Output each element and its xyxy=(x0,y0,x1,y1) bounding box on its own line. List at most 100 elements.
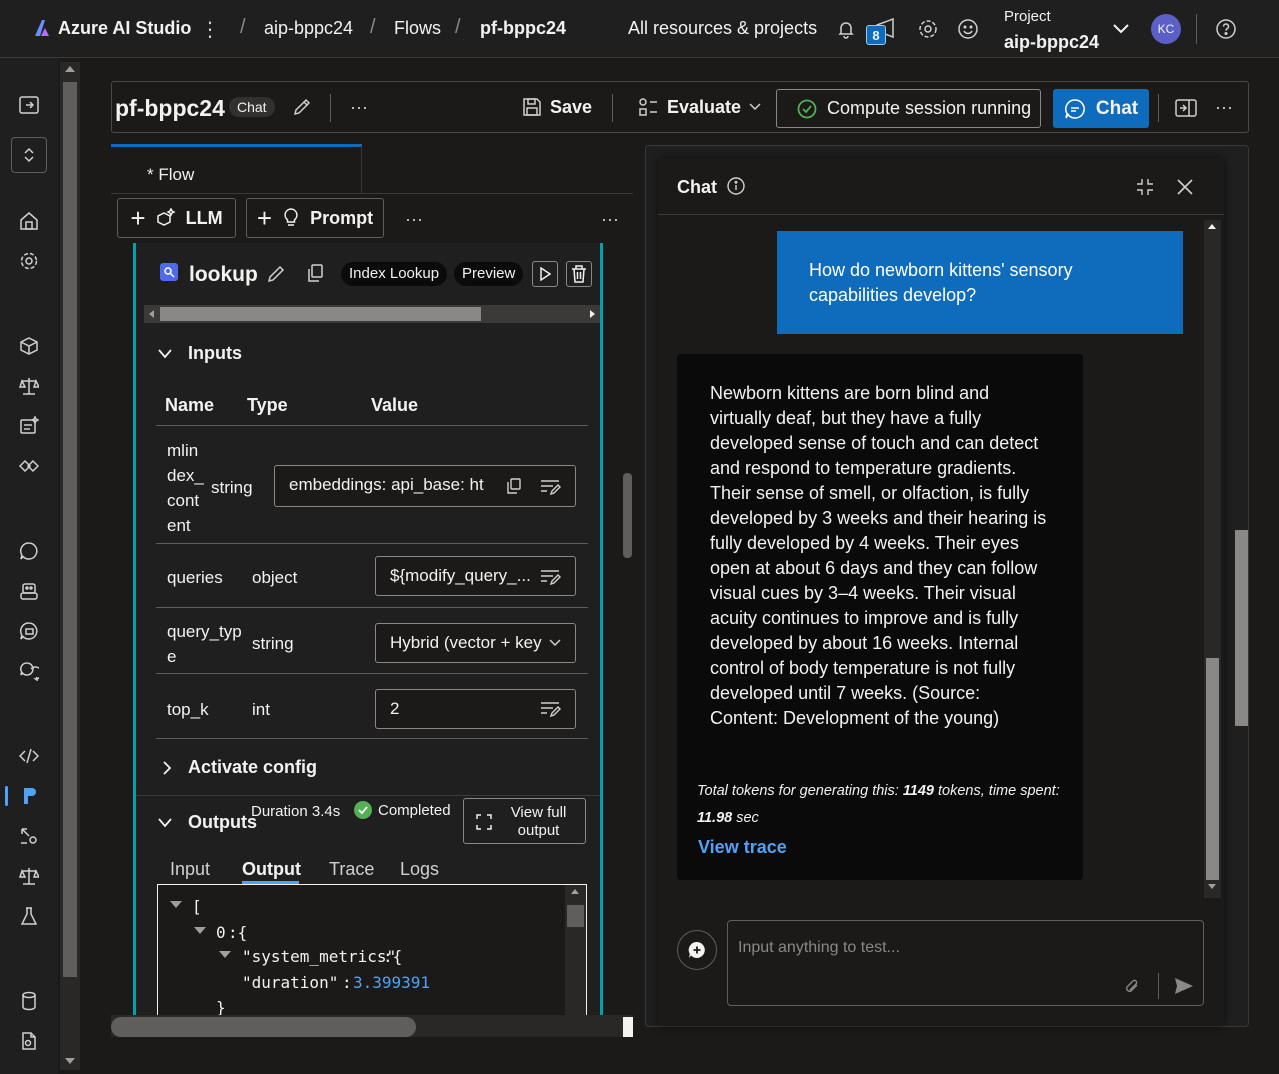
tab-trace[interactable]: Trace xyxy=(329,859,374,880)
inputs-section-toggle[interactable]: Inputs xyxy=(158,343,242,364)
edit-text-icon[interactable] xyxy=(538,567,562,587)
add-llm-button[interactable]: + LLM xyxy=(117,198,236,238)
scroll-down-icon[interactable] xyxy=(65,1058,75,1064)
breadcrumb-flows[interactable]: Flows xyxy=(394,18,441,39)
page-title: pf-bppc24 xyxy=(115,95,225,121)
tab-flow[interactable]: * Flow xyxy=(111,144,362,193)
scroll-thumb[interactable] xyxy=(1206,658,1219,880)
assistant-message-text: Newborn kittens are born blind and virtu… xyxy=(710,383,1047,728)
scroll-thumb[interactable] xyxy=(160,307,481,321)
project-name[interactable]: aip-bppc24 xyxy=(1004,32,1099,53)
new-chat-button[interactable] xyxy=(677,930,717,970)
more-options-icon[interactable]: ··· xyxy=(347,95,371,119)
more-tools-icon[interactable]: ··· xyxy=(401,207,427,231)
ai-services-icon[interactable] xyxy=(16,453,42,479)
scroll-thumb[interactable] xyxy=(63,82,77,977)
copy-icon[interactable] xyxy=(306,263,326,283)
activate-config-toggle[interactable]: Activate config xyxy=(162,757,317,778)
benchmarks-icon[interactable] xyxy=(16,373,42,399)
chat-scrollbar[interactable] xyxy=(1204,220,1221,898)
send-icon[interactable] xyxy=(1172,975,1196,997)
scroll-up-icon[interactable] xyxy=(571,889,579,894)
code-scrollbar[interactable] xyxy=(565,885,586,1033)
attachment-icon[interactable] xyxy=(1122,975,1142,997)
delete-node-button[interactable] xyxy=(566,261,592,287)
breadcrumb-project[interactable]: aip-bppc24 xyxy=(264,18,353,39)
canvas-scrollbar[interactable] xyxy=(622,243,633,1015)
chat-flow-badge: Chat xyxy=(229,97,275,117)
query-type-dropdown[interactable]: Hybrid (vector + key xyxy=(375,623,576,663)
home-icon[interactable] xyxy=(16,208,42,234)
add-prompt-button[interactable]: + Prompt xyxy=(246,198,384,238)
run-node-button[interactable] xyxy=(532,261,558,287)
info-icon[interactable] xyxy=(726,176,746,196)
scroll-thumb[interactable] xyxy=(111,1017,416,1037)
gear-icon[interactable] xyxy=(916,17,940,41)
code-punct: :{ xyxy=(228,923,248,942)
copy-icon[interactable] xyxy=(506,477,522,495)
left-scrollbar[interactable] xyxy=(60,62,80,1070)
node-horizontal-scrollbar[interactable] xyxy=(144,305,600,323)
output-code-viewer[interactable]: [ 0 :{ "system_metrics" :{ "duration" : … xyxy=(157,884,587,1033)
playground-chat-icon[interactable] xyxy=(16,538,42,564)
more-options-icon[interactable]: ··· xyxy=(597,207,623,231)
assistants-icon[interactable] xyxy=(16,578,42,604)
smiley-icon[interactable] xyxy=(956,17,980,41)
completions-icon[interactable] xyxy=(16,658,42,684)
tab-output[interactable]: Output xyxy=(242,859,301,880)
chevron-down-icon[interactable] xyxy=(1110,18,1132,40)
prompt-flow-icon[interactable] xyxy=(16,783,42,809)
code-icon[interactable] xyxy=(16,743,42,769)
chat-button[interactable]: Chat xyxy=(1053,89,1149,128)
prompt-catalog-icon[interactable] xyxy=(16,413,42,439)
tracing-icon[interactable] xyxy=(16,823,42,849)
all-resources-link[interactable]: All resources & projects xyxy=(628,18,817,39)
scroll-up-icon[interactable] xyxy=(65,66,75,72)
view-full-output-button[interactable]: View full output xyxy=(463,798,586,844)
scroll-up-icon[interactable] xyxy=(1208,224,1216,229)
outputs-section-toggle[interactable]: Outputs xyxy=(158,812,257,833)
images-icon[interactable] xyxy=(16,618,42,644)
settings-icon[interactable] xyxy=(16,248,42,274)
compute-session-button[interactable]: Compute session running xyxy=(776,89,1041,128)
save-button[interactable]: Save xyxy=(522,82,592,132)
scroll-thumb[interactable] xyxy=(1235,530,1248,726)
model-catalog-icon[interactable] xyxy=(16,333,42,359)
collapse-nav-button[interactable] xyxy=(11,137,47,173)
scroll-left-icon[interactable] xyxy=(149,310,154,318)
more-icon[interactable]: ⋮ xyxy=(200,18,220,41)
edit-text-icon[interactable] xyxy=(538,477,562,497)
breadcrumb-flow[interactable]: pf-bppc24 xyxy=(480,18,566,39)
help-icon[interactable] xyxy=(1214,17,1238,41)
evaluate-button[interactable]: Evaluate xyxy=(637,82,761,132)
close-icon[interactable] xyxy=(1174,176,1196,198)
scroll-down-icon[interactable] xyxy=(1208,884,1216,889)
view-trace-link[interactable]: View trace xyxy=(698,837,787,858)
edit-name-icon[interactable] xyxy=(290,95,314,119)
bell-icon[interactable] xyxy=(835,18,857,40)
scroll-right-icon[interactable] xyxy=(590,310,595,318)
chevron-down-icon[interactable] xyxy=(548,637,562,649)
canvas-horizontal-scrollbar[interactable] xyxy=(111,1015,633,1037)
tab-input[interactable]: Input xyxy=(170,859,210,880)
brand-name[interactable]: Azure AI Studio xyxy=(58,18,191,39)
scroll-thumb[interactable] xyxy=(623,473,632,558)
flask-icon[interactable] xyxy=(16,903,42,929)
edit-node-icon[interactable] xyxy=(264,262,288,286)
expand-nav-icon[interactable] xyxy=(16,92,42,118)
tab-flow-label: * Flow xyxy=(147,165,195,184)
avatar[interactable]: KC xyxy=(1151,14,1181,44)
more-options-icon[interactable]: ··· xyxy=(1212,95,1236,119)
outer-scrollbar[interactable] xyxy=(1235,225,1249,1026)
chat-input[interactable]: Input anything to test... xyxy=(727,920,1204,1006)
panel-toggle-icon[interactable] xyxy=(1174,96,1198,120)
collapse-icon[interactable] xyxy=(1134,176,1156,198)
mlindex-content-field[interactable]: embeddings: api_base: ht xyxy=(274,465,576,507)
evaluation-icon[interactable] xyxy=(16,863,42,889)
edit-text-icon[interactable] xyxy=(538,699,562,719)
data-icon[interactable] xyxy=(16,988,42,1014)
scroll-thumb[interactable] xyxy=(567,905,584,927)
indexes-icon[interactable] xyxy=(16,1028,42,1054)
code-key: "system_metrics" xyxy=(242,947,397,966)
tab-logs[interactable]: Logs xyxy=(400,859,439,880)
